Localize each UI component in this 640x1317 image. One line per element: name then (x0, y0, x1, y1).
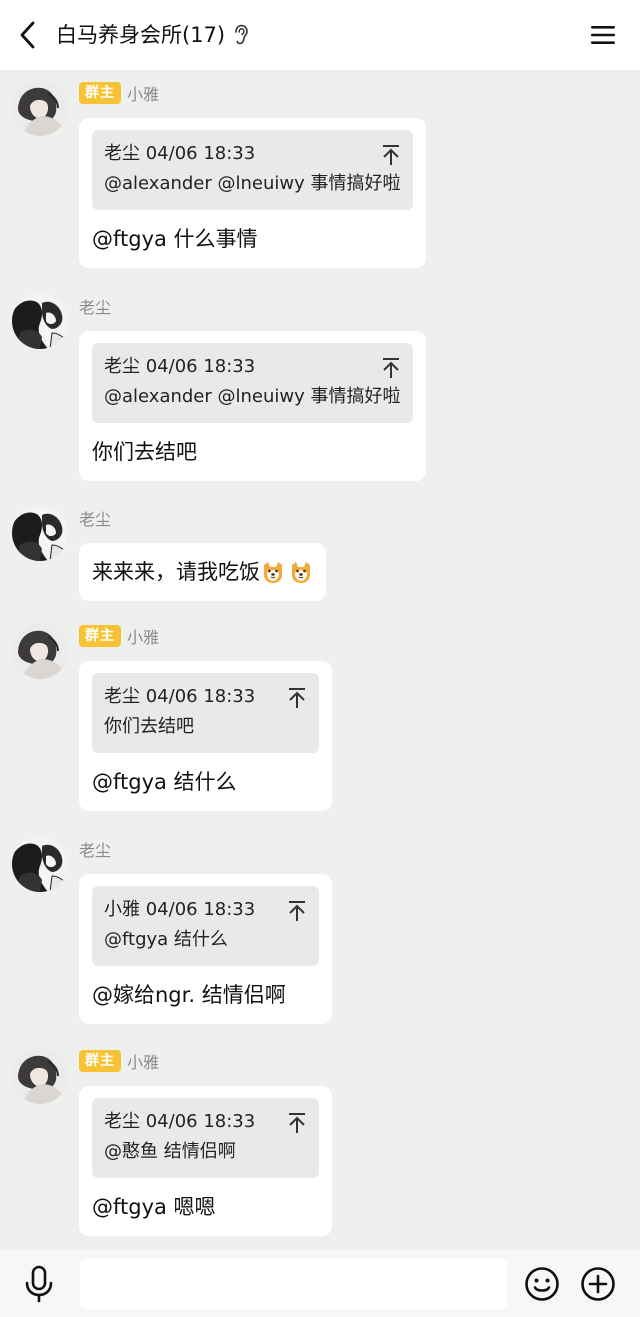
sender-row: 群主 小雅 (79, 81, 159, 105)
voice-button[interactable] (22, 1264, 56, 1304)
smiley-icon[interactable] (524, 1266, 560, 1302)
avatar-laochen[interactable] (12, 505, 68, 561)
sender-name[interactable]: 小雅 (127, 81, 159, 105)
sender-name[interactable]: 老尘 (79, 506, 111, 530)
menu-button[interactable] (590, 22, 616, 48)
message-bubble[interactable]: 老尘 04/06 18:33 @alexander @lneuiwy 事情搞好啦… (79, 331, 426, 481)
microphone-icon (25, 1265, 53, 1303)
hamburger-menu-icon (591, 26, 615, 44)
avatar-xiaoya[interactable] (12, 80, 68, 136)
owner-badge: 群主 (79, 625, 121, 647)
sender-name[interactable]: 小雅 (127, 624, 159, 648)
message-bubble[interactable]: 老尘 04/06 18:33 @憨鱼 结情侣啊 @ftgya 嗯嗯 (79, 1086, 332, 1236)
jump-to-top-icon[interactable] (287, 900, 307, 922)
owner-badge: 群主 (79, 1050, 121, 1072)
message-input[interactable] (80, 1259, 507, 1309)
quote-text: @憨鱼 结情侣啊 (104, 1141, 236, 1162)
sender-name[interactable]: 老尘 (79, 294, 111, 318)
sender-row: 老尘 (79, 294, 111, 318)
message-bubble[interactable]: 来来来，请我吃饭 (79, 543, 326, 601)
avatar-xiaoya[interactable] (12, 623, 68, 679)
sender-row: 群主 小雅 (79, 1049, 159, 1073)
jump-to-top-icon[interactable] (381, 144, 401, 166)
chat-title: 白马养身会所(17) (56, 23, 226, 47)
sender-row: 老尘 (79, 506, 111, 530)
avatar-laochen[interactable] (12, 836, 68, 892)
quote-author-time: 老尘 04/06 18:33 (104, 356, 256, 377)
message-bubble[interactable]: 老尘 04/06 18:33 你们去结吧 @ftgya 结什么 (79, 661, 332, 811)
back-button[interactable] (14, 20, 42, 50)
input-bar (0, 1250, 640, 1317)
quote-text: 你们去结吧 (104, 716, 194, 737)
message-list[interactable]: 群主 小雅 老尘 04/06 18:33 @alexander @lneuiwy… (0, 70, 640, 1250)
chat-header: 白马养身会所(17) (0, 0, 640, 70)
plus-circle-icon[interactable] (580, 1266, 616, 1302)
quote-text: @alexander @lneuiwy 事情搞好啦 (104, 173, 401, 194)
chevron-left-icon (20, 21, 35, 49)
message-bubble[interactable]: 小雅 04/06 18:33 @ftgya 结什么 @嫁给ngr. 结情侣啊 (79, 874, 332, 1024)
quoted-message[interactable]: 老尘 04/06 18:33 @alexander @lneuiwy 事情搞好啦 (92, 343, 413, 423)
sender-name[interactable]: 老尘 (79, 837, 111, 861)
jump-to-top-icon[interactable] (381, 357, 401, 379)
jump-to-top-icon[interactable] (287, 687, 307, 709)
quote-text: @ftgya 结什么 (104, 929, 228, 950)
quote-author-time: 老尘 04/06 18:33 (104, 1111, 256, 1132)
sender-row: 老尘 (79, 837, 111, 861)
quote-author-time: 小雅 04/06 18:33 (104, 899, 256, 920)
message-text: @ftgya 嗯嗯 (92, 1195, 216, 1219)
sender-row: 群主 小雅 (79, 624, 159, 648)
ear-icon (233, 24, 251, 46)
avatar-laochen[interactable] (12, 293, 68, 349)
jump-to-top-icon[interactable] (287, 1112, 307, 1134)
sender-name[interactable]: 小雅 (127, 1049, 159, 1073)
quote-author-time: 老尘 04/06 18:33 (104, 143, 256, 164)
quote-author-time: 老尘 04/06 18:33 (104, 686, 256, 707)
message-text: @ftgya 什么事情 (92, 227, 258, 251)
message-text-row: 来来来，请我吃饭 (92, 555, 313, 589)
avatar-xiaoya[interactable] (12, 1048, 68, 1104)
message-text: @嫁给ngr. 结情侣啊 (92, 983, 286, 1007)
dog-face-emoji-icon (292, 562, 310, 583)
message-bubble[interactable]: 老尘 04/06 18:33 @alexander @lneuiwy 事情搞好啦… (79, 118, 426, 268)
message-text: 来来来，请我吃饭 (92, 560, 260, 584)
quoted-message[interactable]: 老尘 04/06 18:33 @憨鱼 结情侣啊 (92, 1098, 319, 1178)
chat-title-group[interactable]: 白马养身会所(17) (56, 20, 251, 50)
quote-text: @alexander @lneuiwy 事情搞好啦 (104, 386, 401, 407)
owner-badge: 群主 (79, 82, 121, 104)
quoted-message[interactable]: 老尘 04/06 18:33 你们去结吧 (92, 673, 319, 753)
quoted-message[interactable]: 小雅 04/06 18:33 @ftgya 结什么 (92, 886, 319, 966)
message-text: 你们去结吧 (92, 440, 197, 464)
message-text: @ftgya 结什么 (92, 770, 237, 794)
quoted-message[interactable]: 老尘 04/06 18:33 @alexander @lneuiwy 事情搞好啦 (92, 130, 413, 210)
dog-face-emoji-icon (264, 562, 282, 583)
